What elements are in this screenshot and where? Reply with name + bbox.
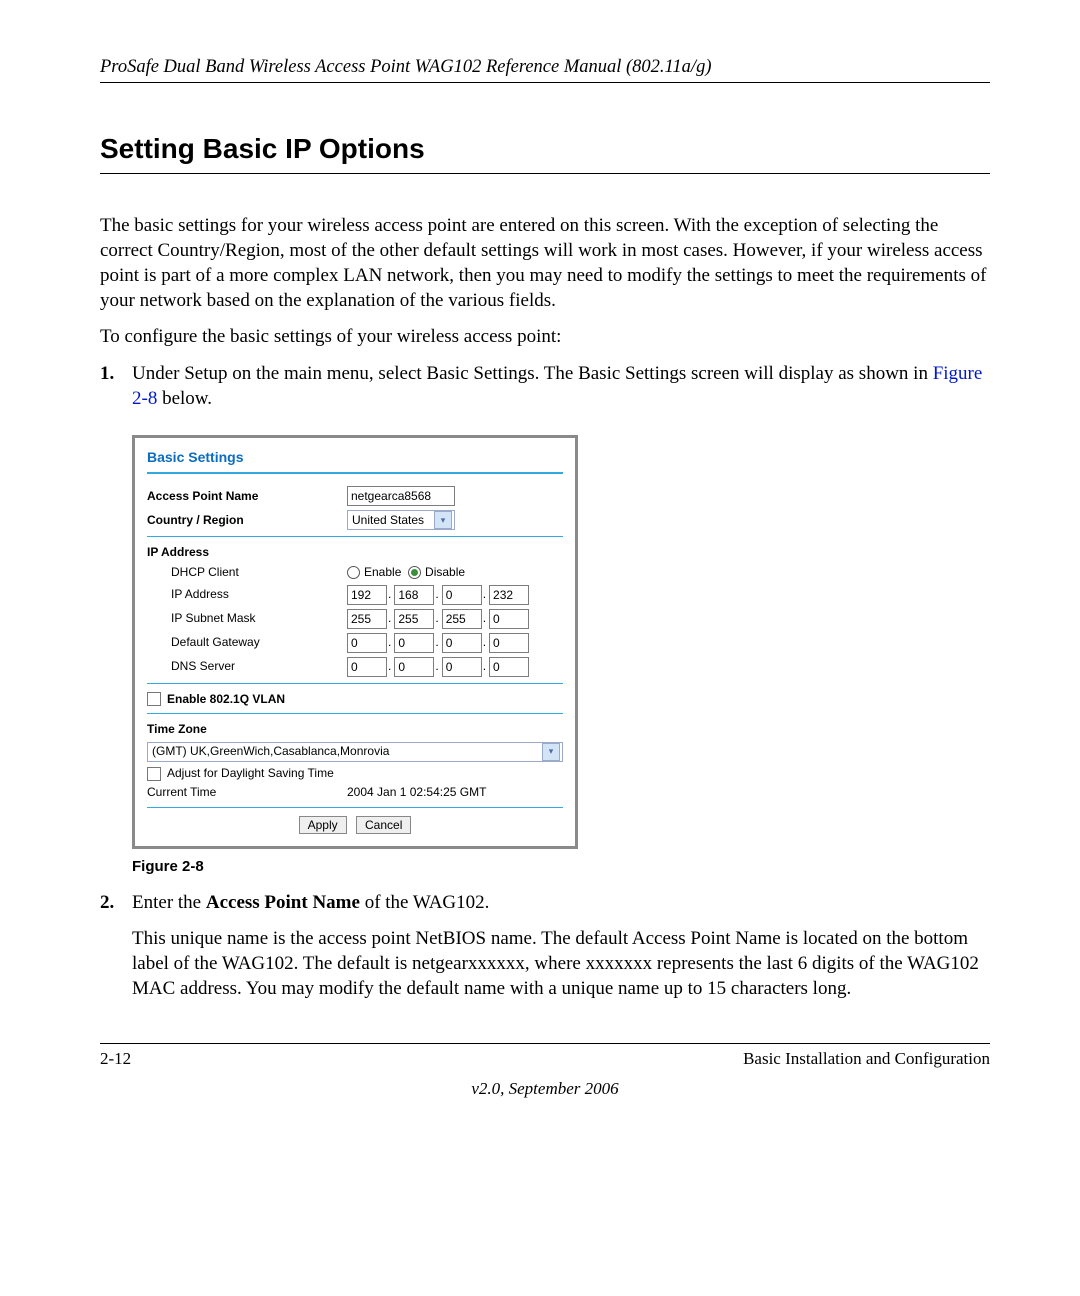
footer-version: v2.0, September 2006 xyxy=(100,1078,990,1100)
tz-head: Time Zone xyxy=(147,722,563,738)
gw-oct-2[interactable] xyxy=(394,633,434,653)
ip-label: IP Address xyxy=(147,587,347,603)
divider xyxy=(147,536,563,537)
lead-in: To configure the basic settings of your … xyxy=(100,325,990,350)
apn-label: Access Point Name xyxy=(147,489,347,505)
country-label: Country / Region xyxy=(147,513,347,529)
mask-label: IP Subnet Mask xyxy=(147,611,347,627)
enable-label: Enable xyxy=(364,565,401,581)
chevron-down-icon: ▾ xyxy=(434,511,452,529)
figure-caption: Figure 2-8 xyxy=(132,857,990,877)
step-2: 2. Enter the Access Point Name of the WA… xyxy=(100,891,990,1014)
dns-oct-4[interactable] xyxy=(489,657,529,677)
gw-oct-4[interactable] xyxy=(489,633,529,653)
mask-oct-2[interactable] xyxy=(394,609,434,629)
step-1-text-b: below. xyxy=(157,388,212,409)
step-2-paragraph: This unique name is the access point Net… xyxy=(132,927,990,1001)
gw-oct-3[interactable] xyxy=(442,633,482,653)
divider xyxy=(147,807,563,808)
dns-label: DNS Server xyxy=(147,659,347,675)
dst-checkbox[interactable] xyxy=(147,767,161,781)
step-2-keyword: Access Point Name xyxy=(206,892,360,913)
ip-head: IP Address xyxy=(147,545,563,561)
dns-oct-3[interactable] xyxy=(442,657,482,677)
doc-header: ProSafe Dual Band Wireless Access Point … xyxy=(100,55,990,83)
cancel-button[interactable]: Cancel xyxy=(356,816,411,834)
panel-title: Basic Settings xyxy=(147,448,563,466)
divider xyxy=(147,472,563,474)
divider xyxy=(147,683,563,684)
country-value: United States xyxy=(352,513,424,529)
vlan-label: Enable 802.1Q VLAN xyxy=(167,692,285,708)
footer: 2-12 Basic Installation and Configuratio… xyxy=(100,1048,990,1070)
apn-input[interactable] xyxy=(347,486,455,506)
vlan-checkbox[interactable] xyxy=(147,692,161,706)
gw-oct-1[interactable] xyxy=(347,633,387,653)
step-1-text-a: Under Setup on the main menu, select Bas… xyxy=(132,363,933,384)
ip-oct-1[interactable] xyxy=(347,585,387,605)
tz-value: (GMT) UK,GreenWich,Casablanca,Monrovia xyxy=(152,744,389,760)
divider xyxy=(147,713,563,714)
intro-paragraph: The basic settings for your wireless acc… xyxy=(100,214,990,313)
mask-oct-4[interactable] xyxy=(489,609,529,629)
page-title: Setting Basic IP Options xyxy=(100,131,990,174)
footer-rule xyxy=(100,1043,990,1044)
ip-oct-2[interactable] xyxy=(394,585,434,605)
mask-oct-3[interactable] xyxy=(442,609,482,629)
step-2-text-a: Enter the xyxy=(132,892,206,913)
dns-oct-1[interactable] xyxy=(347,657,387,677)
dhcp-enable-radio[interactable] xyxy=(347,566,360,579)
country-select[interactable]: United States ▾ xyxy=(347,510,455,530)
gw-label: Default Gateway xyxy=(147,635,347,651)
dst-label: Adjust for Daylight Saving Time xyxy=(167,766,334,782)
ip-oct-3[interactable] xyxy=(442,585,482,605)
chevron-down-icon: ▾ xyxy=(542,743,560,761)
ct-label: Current Time xyxy=(147,785,347,801)
mask-oct-1[interactable] xyxy=(347,609,387,629)
dhcp-label: DHCP Client xyxy=(147,565,347,581)
dhcp-disable-radio[interactable] xyxy=(408,566,421,579)
step-1: 1. Under Setup on the main menu, select … xyxy=(100,362,990,411)
basic-settings-panel: Basic Settings Access Point Name Country… xyxy=(132,435,578,849)
disable-label: Disable xyxy=(425,565,465,581)
apply-button[interactable]: Apply xyxy=(299,816,347,834)
footer-section: Basic Installation and Configuration xyxy=(743,1048,990,1070)
ip-oct-4[interactable] xyxy=(489,585,529,605)
tz-select[interactable]: (GMT) UK,GreenWich,Casablanca,Monrovia ▾ xyxy=(147,742,563,762)
page-number: 2-12 xyxy=(100,1048,131,1070)
step-2-text-b: of the WAG102. xyxy=(360,892,489,913)
figure-2-8: Basic Settings Access Point Name Country… xyxy=(132,435,990,849)
ct-value: 2004 Jan 1 02:54:25 GMT xyxy=(347,785,486,801)
dns-oct-2[interactable] xyxy=(394,657,434,677)
